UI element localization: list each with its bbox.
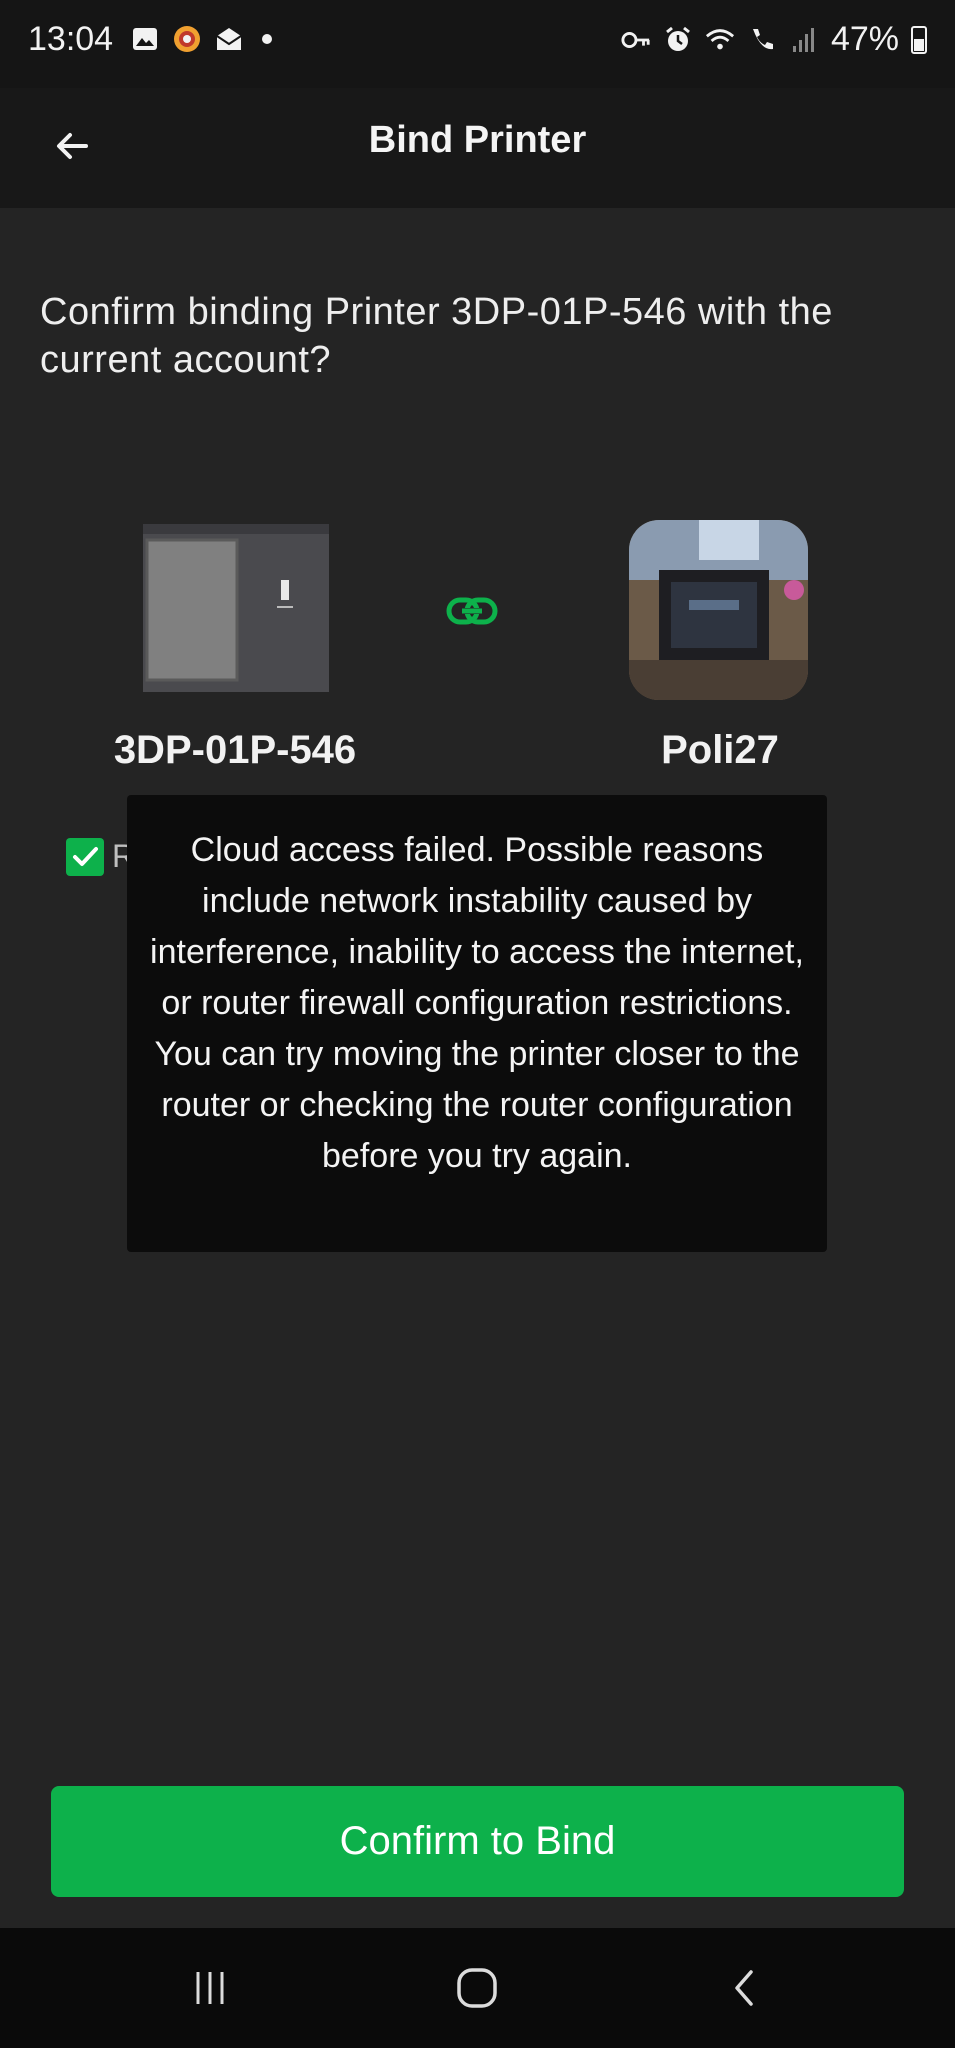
back-nav-icon [735, 1970, 753, 2006]
agreement-checkbox[interactable] [66, 838, 104, 876]
back-nav-button[interactable] [705, 1958, 785, 2018]
link-icon [446, 592, 498, 630]
printer-name: 3DP-01P-546 [113, 728, 357, 772]
notification-dot [262, 34, 272, 44]
account-avatar [629, 520, 808, 700]
signal-icon [789, 25, 819, 55]
status-left-icons [130, 24, 272, 54]
recent-apps-icon [196, 1972, 224, 2004]
wifi-icon [705, 25, 735, 55]
battery-icon [911, 25, 927, 54]
status-time: 13:04 [28, 20, 114, 58]
home-icon [457, 1968, 497, 2008]
check-icon [73, 847, 98, 866]
confirm-bind-button[interactable]: Confirm to Bind [51, 1786, 904, 1897]
vpn-key-icon [621, 25, 651, 55]
recent-apps-button[interactable] [170, 1958, 250, 2018]
confirm-question: Confirm binding Printer 3DP-01P-546 with… [40, 291, 833, 381]
status-bar: 13:04 47% [0, 0, 955, 88]
system-nav-bar [0, 1928, 955, 2048]
app-bar: Bind Printer [0, 88, 955, 208]
alarm-icon [663, 25, 693, 55]
emoji-app-icon [172, 24, 202, 54]
gallery-icon [130, 24, 160, 54]
printer-image [143, 524, 329, 692]
mail-open-icon [214, 24, 244, 54]
status-right-icons: 47% [621, 20, 927, 59]
battery-percent: 47% [830, 20, 899, 58]
account-name: Poli27 [661, 728, 779, 772]
wifi-call-icon [747, 25, 777, 55]
error-toast: Cloud access failed. Possible reasons in… [127, 795, 827, 1252]
page-title: Bind Printer [368, 119, 587, 161]
home-button[interactable] [437, 1958, 517, 2018]
